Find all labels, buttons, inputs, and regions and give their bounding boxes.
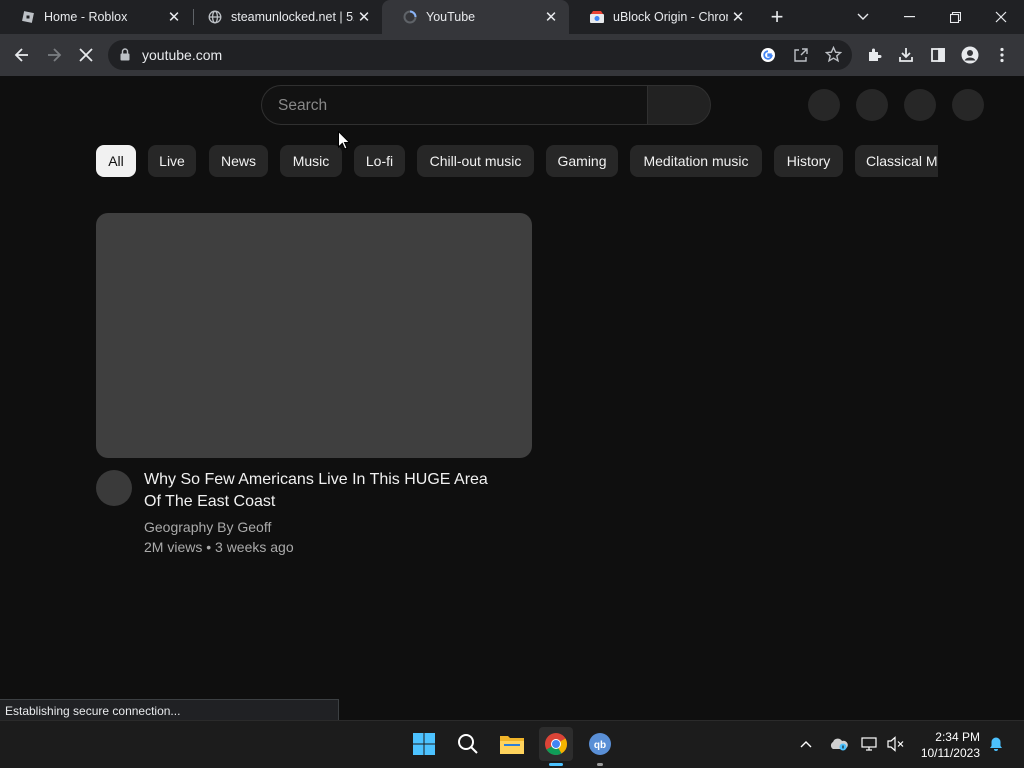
address-bar[interactable]: youtube.com bbox=[108, 40, 852, 70]
tab-roblox[interactable]: Home - Roblox ✕ bbox=[0, 0, 192, 34]
chip-history[interactable]: History bbox=[774, 145, 843, 177]
clock-time: 2:34 PM bbox=[935, 730, 980, 744]
tab-ublock[interactable]: uBlock Origin - Chrome ✕ bbox=[569, 0, 756, 34]
extensions-icon[interactable] bbox=[860, 41, 888, 69]
search-button[interactable] bbox=[647, 85, 711, 125]
network-icon[interactable] bbox=[860, 734, 880, 754]
share-icon[interactable] bbox=[793, 47, 809, 68]
chip-all[interactable]: All bbox=[96, 145, 136, 177]
windows-start-icon[interactable] bbox=[407, 727, 441, 761]
account-avatar[interactable] bbox=[952, 89, 984, 121]
loading-icon bbox=[402, 9, 418, 25]
chip-news[interactable]: News bbox=[209, 145, 268, 177]
close-window-button[interactable] bbox=[978, 0, 1024, 34]
chip-meditation-music[interactable]: Meditation music bbox=[630, 145, 762, 177]
svg-text:qb: qb bbox=[594, 740, 606, 751]
running-app-indicator bbox=[597, 763, 603, 766]
search-icon[interactable] bbox=[451, 727, 485, 761]
chip-classical-music[interactable]: Classical M bbox=[855, 145, 938, 177]
side-panel-icon[interactable] bbox=[924, 41, 952, 69]
tab-title: uBlock Origin - Chrome bbox=[613, 10, 728, 24]
create-placeholder-icon[interactable] bbox=[808, 89, 840, 121]
close-tab-icon[interactable]: ✕ bbox=[541, 7, 561, 27]
channel-avatar[interactable] bbox=[96, 470, 132, 506]
profile-icon[interactable] bbox=[956, 41, 984, 69]
tab-strip: Home - Roblox ✕ steamunlocked.net | 52 ✕… bbox=[0, 0, 1024, 34]
file-explorer-icon[interactable] bbox=[495, 727, 529, 761]
chrome-webstore-icon bbox=[589, 9, 605, 25]
video-title[interactable]: Why So Few Americans Live In This HUGE A… bbox=[144, 469, 504, 513]
system-clock[interactable]: 2:34 PM 10/11/2023 bbox=[921, 729, 980, 761]
stop-loading-button[interactable] bbox=[72, 41, 100, 69]
tab-title: steamunlocked.net | 52 bbox=[231, 10, 354, 24]
tab-search-icon[interactable] bbox=[840, 0, 886, 34]
active-app-indicator bbox=[549, 763, 563, 766]
volume-muted-icon[interactable] bbox=[886, 734, 906, 754]
close-tab-icon[interactable]: ✕ bbox=[354, 7, 374, 27]
back-button[interactable] bbox=[8, 41, 36, 69]
url-text[interactable]: youtube.com bbox=[142, 47, 222, 63]
bookmark-star-icon[interactable] bbox=[824, 45, 843, 68]
download-icon[interactable] bbox=[892, 41, 920, 69]
menu-kebab-icon[interactable] bbox=[988, 41, 1016, 69]
chip-music[interactable]: Music bbox=[280, 145, 342, 177]
chip-chill-out-music[interactable]: Chill-out music bbox=[417, 145, 534, 177]
tab-youtube[interactable]: YouTube ✕ bbox=[382, 0, 569, 34]
chip-gaming[interactable]: Gaming bbox=[546, 145, 618, 177]
chrome-taskbar-icon[interactable] bbox=[539, 727, 573, 761]
google-lens-icon[interactable] bbox=[760, 47, 776, 68]
search-placeholder: Search bbox=[278, 97, 328, 114]
tab-steamunlocked[interactable]: steamunlocked.net | 52 ✕ bbox=[187, 0, 382, 34]
status-bubble: Establishing secure connection... bbox=[0, 699, 339, 720]
notification-bell-icon[interactable] bbox=[986, 734, 1006, 754]
clock-date: 10/11/2023 bbox=[920, 746, 980, 760]
qbittorrent-icon[interactable]: qb bbox=[583, 727, 617, 761]
roblox-icon bbox=[20, 9, 36, 25]
chip-live[interactable]: Live bbox=[148, 145, 196, 177]
video-channel[interactable]: Geography By Geoff bbox=[144, 519, 271, 535]
apps-placeholder-icon[interactable] bbox=[856, 89, 888, 121]
notifications-placeholder-icon[interactable] bbox=[904, 89, 936, 121]
chip-lofi[interactable]: Lo-fi bbox=[354, 145, 405, 177]
mouse-cursor-icon bbox=[338, 130, 351, 155]
lock-icon[interactable] bbox=[120, 48, 130, 66]
search-input[interactable]: Search bbox=[261, 85, 648, 125]
forward-button[interactable] bbox=[40, 41, 68, 69]
minimize-button[interactable] bbox=[886, 0, 932, 34]
globe-icon bbox=[207, 9, 223, 25]
video-meta: 2M views • 3 weeks ago bbox=[144, 539, 294, 555]
onedrive-icon[interactable] bbox=[828, 734, 848, 754]
tab-title: Home - Roblox bbox=[44, 10, 128, 24]
video-thumbnail[interactable] bbox=[96, 213, 532, 458]
show-hidden-icons-chevron-icon[interactable] bbox=[796, 734, 816, 754]
restore-button[interactable] bbox=[932, 0, 978, 34]
new-tab-button[interactable]: + bbox=[754, 0, 800, 34]
close-tab-icon[interactable]: ✕ bbox=[728, 7, 748, 27]
tab-title: YouTube bbox=[426, 10, 476, 24]
close-tab-icon[interactable]: ✕ bbox=[164, 7, 184, 27]
